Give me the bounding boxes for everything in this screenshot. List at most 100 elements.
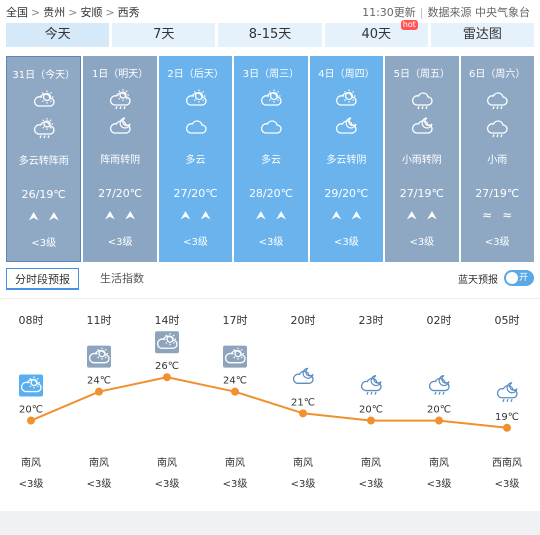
tab-40-days[interactable]: 40天 hot <box>324 20 428 47</box>
temperature-point <box>27 416 35 425</box>
day-temperature: 27/20℃ <box>98 187 143 200</box>
day-date: 3日（周三） <box>242 69 300 80</box>
day-condition: 小雨转阴 <box>401 155 442 166</box>
tab-8-15-days[interactable]: 8-15天 <box>218 23 322 47</box>
tab-label: 8-15天 <box>248 27 292 42</box>
forecast-tabs: 今天 7天 8-15天 40天 hot 雷达图 <box>6 20 535 47</box>
wind-direction: ⮝⮝ <box>159 208 232 223</box>
breadcrumb-separator: > <box>31 6 41 19</box>
day-column[interactable]: 3日（周三） 多云 28/20℃ ⮝⮝ <3级 <box>234 56 308 262</box>
bluesky-forecast: 蓝天预报 开 <box>458 270 534 286</box>
partly-cloudy-icon <box>32 90 56 110</box>
wind-arrow-icon: ⮝ <box>48 209 69 223</box>
wind-arrow-icon: ⮝ <box>255 208 276 222</box>
breadcrumb-item[interactable]: 安顺 <box>80 4 102 20</box>
hour-temperature-label: 21℃ <box>291 397 315 408</box>
partly-cloudy-icon <box>259 89 283 109</box>
cloudy-night-icon <box>108 117 132 137</box>
wind-level-label: <3级 <box>19 478 44 490</box>
tab-radar[interactable]: 雷达图 <box>430 23 535 47</box>
partly-cloudy-icon <box>184 89 208 109</box>
wind-direction: ⮝⮝ <box>7 209 80 224</box>
day-temperature: 26/19℃ <box>21 188 66 201</box>
day-date: 1日（明天） <box>91 69 149 80</box>
bluesky-label: 蓝天预报 <box>458 274 498 286</box>
day-column[interactable]: 2日（后天） 多云 27/20℃ ⮝⮝ <3级 <box>158 56 233 262</box>
breadcrumb-separator: > <box>105 6 115 19</box>
showers-icon <box>32 118 56 139</box>
wind-direction-label: 西南风 <box>492 456 522 469</box>
temperature-point <box>503 423 511 432</box>
hour-temperature-label: 19℃ <box>495 412 519 423</box>
day-temperature: 27/19℃ <box>475 187 520 200</box>
hour-label: 17时 <box>223 314 248 327</box>
wind-direction: ⮝⮝ <box>234 208 307 223</box>
wind-direction-label: 南风 <box>157 456 177 469</box>
day-temperature: 27/20℃ <box>173 187 218 200</box>
wind-direction-label: 南风 <box>89 456 109 469</box>
day-condition: 多云 <box>185 155 206 166</box>
cloudy-box-icon <box>223 345 247 368</box>
wind-direction-label: 南风 <box>429 456 449 469</box>
update-time: 11:30更新 <box>362 6 416 19</box>
temperature-point <box>435 416 443 425</box>
wind-level: <3级 <box>31 238 57 249</box>
wind-arrow-icon: ⮝ <box>28 209 49 223</box>
hour-label: 05时 <box>495 314 520 327</box>
tab-today[interactable]: 今天 <box>6 23 110 47</box>
hour-label: 08时 <box>19 314 44 327</box>
wind-arrow-icon: ⮝ <box>275 208 297 222</box>
wind-direction-label: 南风 <box>293 456 313 469</box>
breadcrumb-item[interactable]: 全国 <box>6 4 28 20</box>
tab-hourly-forecast[interactable]: 分时段预报 <box>6 268 79 290</box>
wind-level: <3级 <box>409 237 435 248</box>
daily-forecast: 31日（今天） 多云转阵雨 26/19℃ ⮝⮝ <3级 1日（明天） 阵雨转阴 27/20℃ ⮝… <box>6 56 534 262</box>
wind-arrow-icon: ⮝ <box>426 208 448 222</box>
wind-level: <3级 <box>107 237 133 248</box>
wind-arrow-icon: ⮝ <box>200 208 221 222</box>
wind-direction: ⮝⮝ <box>83 208 156 223</box>
day-temperature: 28/20℃ <box>248 187 293 200</box>
hour-label: 14时 <box>155 314 180 327</box>
hour-temperature-label: 24℃ <box>87 376 111 387</box>
wind-wave-icon: ≈ <box>482 208 503 222</box>
wind-level-label: <3级 <box>87 478 112 490</box>
partly-cloudy-icon <box>19 374 43 397</box>
footer-bar <box>0 511 540 535</box>
wind-direction-label: 南风 <box>21 456 41 469</box>
tab-7-days[interactable]: 7天 <box>112 23 216 47</box>
temperature-point <box>299 409 307 418</box>
breadcrumb-separator: > <box>68 6 78 19</box>
wind-level-label: <3级 <box>427 478 452 490</box>
showers-night-icon <box>496 382 518 403</box>
wind-arrow-icon: ⮝ <box>351 208 372 222</box>
detail-tabs: 分时段预报 生活指数 蓝天预报 开 <box>6 268 534 292</box>
day-column[interactable]: 6日（周六） 小雨 27/19℃ ≈≈ <3级 <box>460 56 534 262</box>
day-column[interactable]: 4日（周四） 多云转阴 29/20℃ ⮝⮝ <3级 <box>309 56 384 262</box>
breadcrumb-item[interactable]: 贵州 <box>43 4 65 20</box>
day-column[interactable]: 5日（周五） 小雨转阴 27/19℃ ⮝⮝ <3级 <box>385 56 459 262</box>
wind-level-label: <3级 <box>495 478 520 490</box>
cloudy-night-icon <box>334 117 358 137</box>
wind-arrow-icon: ⮝ <box>406 208 427 222</box>
day-temperature: 29/20℃ <box>324 187 369 200</box>
hour-temperature-label: 20℃ <box>427 405 451 416</box>
day-date: 2日（后天） <box>167 69 224 80</box>
day-condition: 阵雨转阴 <box>100 155 141 166</box>
day-date: 5日（周五） <box>393 69 450 80</box>
wind-level-label: <3级 <box>155 478 180 490</box>
wind-arrow-icon: ⮝ <box>331 208 352 222</box>
temperature-point <box>367 416 375 425</box>
hour-label: 20时 <box>291 314 316 327</box>
wind-arrow-icon: ⮝ <box>104 208 126 222</box>
day-date: 31日（今天） <box>12 70 76 81</box>
tab-life-index[interactable]: 生活指数 <box>92 268 152 290</box>
day-column[interactable]: 31日（今天） 多云转阵雨 26/19℃ ⮝⮝ <3级 <box>6 56 82 262</box>
day-condition: 多云转阴 <box>326 155 367 166</box>
cloudy-box-icon <box>87 345 111 368</box>
wind-arrow-icon: ⮝ <box>125 208 146 222</box>
hour-temperature-label: 26℃ <box>155 361 179 372</box>
day-column[interactable]: 1日（明天） 阵雨转阴 27/20℃ ⮝⮝ <3级 <box>83 56 157 262</box>
bluesky-toggle[interactable]: 开 <box>504 270 534 286</box>
update-meta: 11:30更新 | 数据来源 中央气象台 <box>362 6 530 19</box>
